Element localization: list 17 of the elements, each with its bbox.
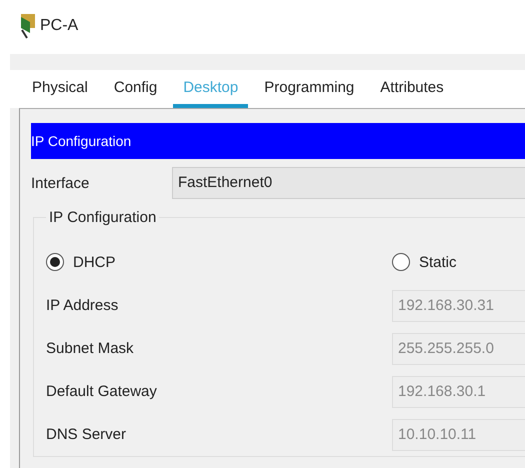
group-title: IP Configuration <box>48 209 158 226</box>
field-label: IP Address <box>46 297 120 314</box>
field-label: Default Gateway <box>46 383 158 400</box>
radio-button[interactable] <box>46 253 64 271</box>
radio-label[interactable]: DHCP <box>73 254 116 270</box>
tab[interactable]: Programming <box>254 70 364 108</box>
interface-dropdown[interactable]: FastEthernet0 <box>172 167 525 199</box>
interface-label: Interface <box>31 174 90 192</box>
window-title: PC-A <box>40 17 78 35</box>
section-header: IP Configuration <box>31 123 525 159</box>
field-label: Subnet Mask <box>46 340 135 357</box>
tab[interactable]: Config <box>104 70 168 108</box>
field-label: DNS Server <box>46 426 128 443</box>
tab[interactable]: Attributes <box>370 70 454 108</box>
radio-button[interactable] <box>392 253 410 271</box>
tab[interactable]: Physical <box>22 70 98 108</box>
radio-label[interactable]: Static <box>419 254 457 270</box>
